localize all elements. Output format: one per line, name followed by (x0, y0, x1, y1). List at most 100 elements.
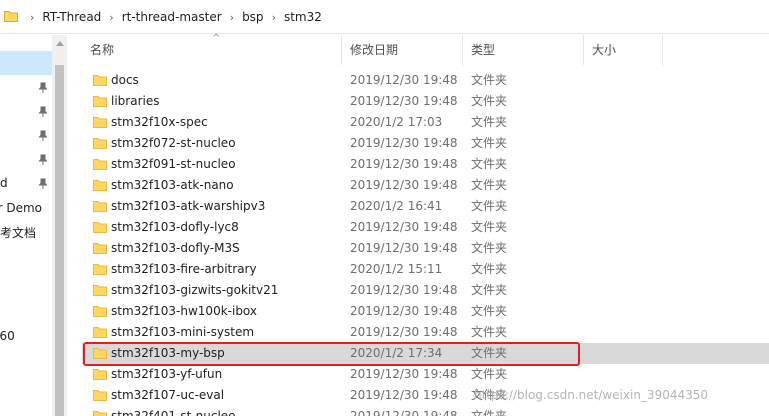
file-type: 文件夹 (471, 178, 508, 192)
folder-icon (93, 117, 107, 128)
file-row[interactable]: docs 2019/12/30 19:48 文件夹 (82, 70, 769, 91)
file-type: 文件夹 (471, 304, 508, 318)
pin-icon[interactable] (38, 154, 48, 166)
file-row[interactable]: stm32f103-gizwits-gokitv21 2019/12/30 19:… (82, 280, 769, 301)
file-modified: 2019/12/30 19:48 (350, 409, 458, 416)
file-modified: 2020/1/2 16:41 (350, 199, 443, 213)
file-row[interactable]: stm32f103-yf-ufun 2019/12/30 19:48 文件夹 (82, 364, 769, 385)
chevron-right-icon[interactable]: › (109, 11, 113, 24)
file-modified: 2019/12/30 19:48 (350, 283, 458, 297)
file-name: stm32f10x-spec (111, 115, 208, 129)
file-name: stm32f103-fire-arbitrary (111, 262, 257, 276)
file-modified: 2020/1/2 17:03 (350, 115, 443, 129)
file-modified: 2019/12/30 19:48 (350, 367, 458, 381)
column-header: ^ 名称 修改日期 类型 大小 (82, 34, 769, 65)
file-row[interactable]: stm32f103-dofly-lyc8 2019/12/30 19:48 文件夹 (82, 217, 769, 238)
file-type: 文件夹 (471, 367, 508, 381)
scroll-up-arrow-icon[interactable] (56, 41, 64, 46)
file-row[interactable]: stm32f103-hw100k-ibox 2019/12/30 19:48 文件夹 (82, 301, 769, 322)
file-type: 文件夹 (471, 115, 508, 129)
file-modified: 2019/12/30 19:48 (350, 136, 458, 150)
folder-icon (93, 411, 107, 416)
file-type: 文件夹 (471, 262, 508, 276)
folder-icon (93, 138, 107, 149)
breadcrumb-rt-thread-master[interactable]: rt-thread-master (122, 10, 222, 24)
file-modified: 2019/12/30 19:48 (350, 325, 458, 339)
nav-selected-item[interactable] (0, 51, 52, 75)
file-row[interactable]: stm32f10x-spec 2020/1/2 17:03 文件夹 (82, 112, 769, 133)
file-name: stm32f103-mini-system (111, 325, 255, 339)
chevron-right-icon[interactable]: › (272, 11, 276, 24)
folder-icon (93, 201, 107, 212)
file-name: docs (111, 73, 139, 87)
breadcrumb-bsp[interactable]: bsp (242, 10, 264, 24)
address-bar[interactable]: › RT-Thread › rt-thread-master › bsp › s… (0, 0, 769, 34)
file-modified: 2019/12/30 19:48 (350, 388, 458, 402)
file-name: stm32f103-gizwits-gokitv21 (111, 283, 279, 297)
breadcrumb-stm32[interactable]: stm32 (284, 10, 322, 24)
file-modified: 2019/12/30 19:48 (350, 157, 458, 171)
watermark: https://blog.csdn.net/weixin_39044350 (474, 388, 709, 402)
file-modified: 2019/12/30 19:48 (350, 304, 458, 318)
nav-item-label[interactable]: sor Demo (0, 201, 42, 215)
file-type: 文件夹 (471, 73, 508, 87)
folder-icon (93, 264, 107, 275)
file-modified: 2019/12/30 19:48 (350, 94, 458, 108)
file-name: stm32f103-dofly-lyc8 (111, 220, 239, 234)
pin-icon[interactable] (38, 106, 48, 118)
file-row[interactable]: libraries 2019/12/30 19:48 文件夹 (82, 91, 769, 112)
file-modified: 2019/12/30 19:48 (350, 73, 458, 87)
file-type: 文件夹 (471, 241, 508, 255)
file-modified: 2019/12/30 19:48 (350, 178, 458, 192)
file-type: 文件夹 (471, 199, 508, 213)
nav-scrollbar[interactable] (52, 35, 67, 416)
file-type: 文件夹 (471, 283, 508, 297)
nav-item-label[interactable]: d (0, 176, 8, 190)
file-name: stm32f103-hw100k-ibox (111, 304, 258, 318)
nav-item-label[interactable]: 考文档 (0, 224, 36, 241)
file-row[interactable]: stm32f401-st-nucleo 2019/12/30 19:48 文件夹 (82, 406, 769, 416)
file-row[interactable]: stm32f103-atk-warshipv3 2020/1/2 16:41 文件夹 (82, 196, 769, 217)
file-row[interactable]: stm32f103-atk-nano 2019/12/30 19:48 文件夹 (82, 175, 769, 196)
breadcrumb-rt-thread[interactable]: RT-Thread (42, 10, 101, 24)
column-size[interactable]: 大小 (584, 35, 663, 65)
pin-icon[interactable] (38, 178, 48, 190)
pin-icon[interactable] (38, 130, 48, 142)
file-name: stm32f107-uc-eval (111, 388, 225, 402)
file-type: 文件夹 (471, 409, 508, 416)
file-name: stm32f103-yf-ufun (111, 367, 223, 381)
folder-icon (93, 75, 107, 86)
highlight-box (83, 342, 580, 366)
file-row[interactable]: stm32f103-mini-system 2019/12/30 19:48 文件夹 (82, 322, 769, 343)
file-modified: 2019/12/30 19:48 (350, 220, 458, 234)
file-row[interactable]: stm32f091-st-nucleo 2019/12/30 19:48 文件夹 (82, 154, 769, 175)
folder-icon (93, 285, 107, 296)
folder-icon (93, 222, 107, 233)
folder-icon (93, 306, 107, 317)
column-modified[interactable]: 修改日期 (342, 35, 463, 65)
file-name: stm32f103-atk-warshipv3 (111, 199, 266, 213)
chevron-right-icon[interactable]: › (230, 11, 234, 24)
file-modified: 2020/1/2 15:11 (350, 262, 443, 276)
file-row[interactable]: stm32f072-st-nucleo 2019/12/30 19:48 文件夹 (82, 133, 769, 154)
folder-icon (93, 327, 107, 338)
nav-item-label[interactable]: : 360 (0, 329, 15, 343)
folder-icon (93, 369, 107, 380)
folder-icon (4, 11, 18, 22)
folder-icon (93, 390, 107, 401)
file-name: stm32f091-st-nucleo (111, 157, 236, 171)
column-name[interactable]: 名称 (82, 35, 342, 65)
file-name: libraries (111, 94, 160, 108)
file-name: stm32f072-st-nucleo (111, 136, 236, 150)
file-type: 文件夹 (471, 220, 508, 234)
file-row[interactable]: stm32f103-dofly-M3S 2019/12/30 19:48 文件夹 (82, 238, 769, 259)
file-row[interactable]: stm32f103-fire-arbitrary 2020/1/2 15:11 文件… (82, 259, 769, 280)
file-name: stm32f401-st-nucleo (111, 409, 236, 416)
chevron-right-icon[interactable]: › (30, 11, 34, 24)
pin-icon[interactable] (38, 82, 48, 94)
file-type: 文件夹 (471, 94, 508, 108)
column-type[interactable]: 类型 (463, 35, 584, 65)
folder-icon (93, 96, 107, 107)
file-type: 文件夹 (471, 325, 508, 339)
scrollbar-thumb[interactable] (55, 65, 64, 416)
